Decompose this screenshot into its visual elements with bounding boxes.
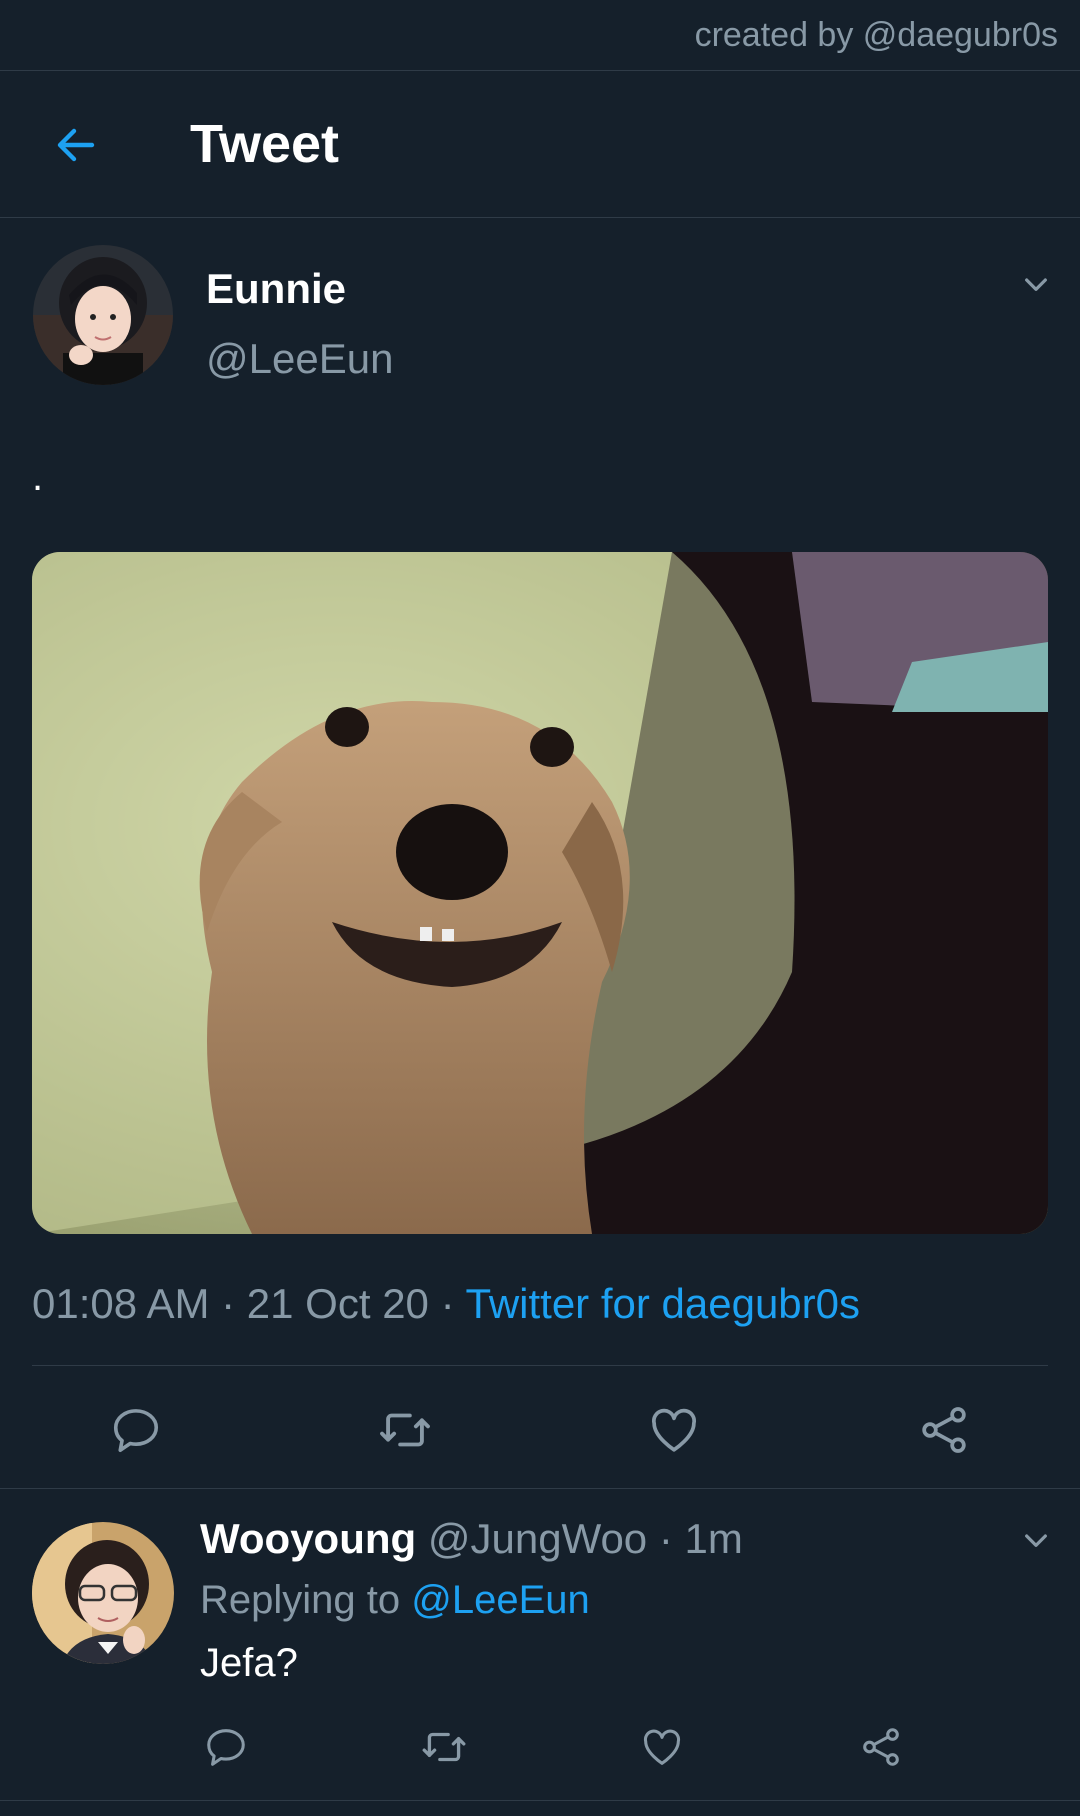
back-arrow-icon [57,128,95,162]
reply-author-handle[interactable]: @JungWoo [428,1515,647,1562]
chevron-down-icon [1025,1534,1047,1547]
reply-author-avatar[interactable] [32,1522,174,1664]
reply-text: Jefa? [200,1641,298,1685]
divider [0,1488,1080,1489]
tweet-date: 21 Oct 20 [246,1280,429,1327]
author-avatar[interactable] [33,245,173,385]
reply-header: Wooyoung @JungWoo · 1m [200,1515,743,1563]
share-icon [922,1407,966,1453]
retweet-icon [380,1413,430,1447]
app-header: Tweet [0,71,1080,218]
chevron-down-icon [1025,278,1047,291]
tweet-meta: 01:08 AM · 21 Oct 20 · Twitter for daegu… [32,1280,860,1328]
page-title: Tweet [190,114,340,174]
author-name[interactable]: Eunnie [206,265,346,313]
replying-to-handle[interactable]: @LeeEun [411,1578,590,1622]
reply-options-button[interactable] [1016,1520,1056,1560]
credit-bar: created by @daegubr0s [0,0,1080,71]
author-handle[interactable]: @LeeEun [206,335,393,383]
reply-icon [113,1409,159,1453]
divider [0,1800,1080,1801]
replying-to-label: Replying to [200,1578,401,1622]
reply-retweet-button[interactable] [419,1722,469,1772]
tweet-text: . [32,455,44,499]
reply-share-button[interactable] [856,1722,906,1772]
share-button[interactable] [914,1400,974,1460]
reply-time: 1m [684,1515,743,1562]
divider [32,1365,1048,1366]
meta-separator: · [221,1280,247,1327]
credit-text: created by @daegubr0s [694,16,1058,54]
meta-separator: · [440,1280,466,1327]
share-icon [863,1728,899,1766]
retweet-icon [422,1732,466,1762]
tweet-media-image[interactable] [32,552,1048,1234]
like-button[interactable] [644,1400,704,1460]
reply-author-name[interactable]: Wooyoung [200,1515,416,1562]
back-button[interactable] [44,113,108,177]
replying-to-line: Replying to @LeeEun [200,1578,590,1623]
like-icon [651,1408,697,1452]
reply-icon [207,1729,245,1766]
retweet-button[interactable] [375,1400,435,1460]
tweet-source-link[interactable]: Twitter for daegubr0s [465,1280,860,1327]
reply-reply-button[interactable] [201,1722,251,1772]
tweet-time: 01:08 AM [32,1280,210,1327]
tweet-options-button[interactable] [1016,264,1056,304]
like-icon [643,1729,681,1765]
reply-like-button[interactable] [637,1722,687,1772]
meta-separator: · [658,1515,685,1562]
reply-button[interactable] [106,1400,166,1460]
